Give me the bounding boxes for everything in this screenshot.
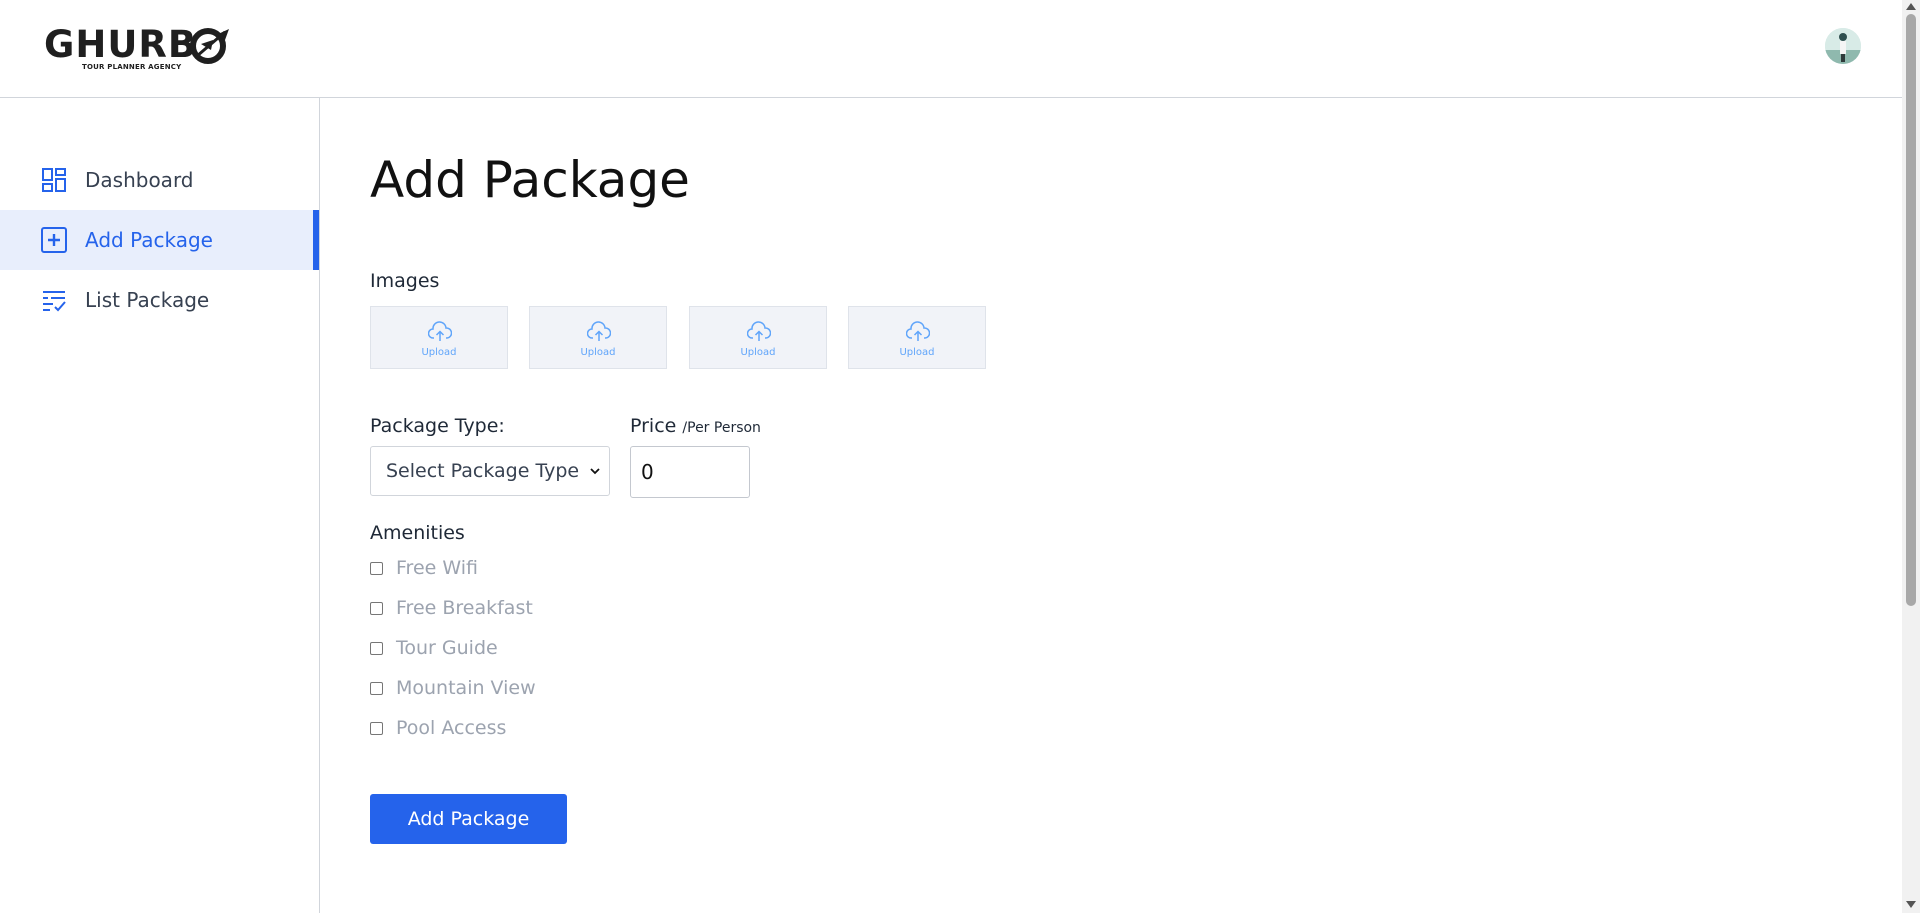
dashboard-icon [42, 168, 66, 192]
brand-logo[interactable]: GHURB TOUR PLANNER AGENCY [44, 24, 234, 74]
brand-tagline: TOUR PLANNER AGENCY [82, 63, 182, 71]
price-label-group: Price /Per Person [630, 415, 761, 437]
amenity-label: Tour Guide [396, 637, 498, 659]
package-type-select[interactable]: Select Package Type [370, 446, 610, 496]
amenity-checkbox[interactable] [370, 721, 383, 735]
sidebar-item-list-package[interactable]: List Package [0, 270, 319, 330]
sidebar-item-label: List Package [85, 288, 210, 312]
amenity-free-wifi: Free Wifi [370, 555, 478, 581]
image-upload-3[interactable]: Upload [689, 306, 827, 369]
page-scrollbar[interactable] [1902, 0, 1920, 913]
amenity-checkbox[interactable] [370, 561, 383, 575]
price-unit: /Per Person [682, 420, 761, 436]
cloud-upload-icon [587, 321, 611, 341]
amenity-mountain-view: Mountain View [370, 675, 536, 701]
amenities-label: Amenities [370, 522, 465, 544]
images-label: Images [370, 270, 440, 292]
user-avatar[interactable] [1825, 28, 1861, 64]
amenity-label: Free Wifi [396, 557, 478, 579]
amenity-label: Pool Access [396, 717, 507, 739]
upload-label: Upload [580, 347, 616, 358]
price-input[interactable]: 0 [630, 446, 750, 498]
amenity-tour-guide: Tour Guide [370, 635, 498, 661]
amenity-checkbox[interactable] [370, 641, 383, 655]
list-check-icon [43, 291, 66, 312]
globe-plane-icon [190, 28, 229, 64]
package-type-selected: Select Package Type [386, 460, 580, 482]
add-package-button[interactable]: Add Package [370, 794, 567, 844]
sidebar-item-label: Add Package [85, 228, 213, 252]
image-upload-2[interactable]: Upload [529, 306, 667, 369]
amenity-label: Free Breakfast [396, 597, 533, 619]
image-upload-1[interactable]: Upload [370, 306, 508, 369]
top-header: GHURB TOUR PLANNER AGENCY [0, 0, 1902, 98]
sidebar-item-label: Dashboard [85, 168, 194, 192]
upload-label: Upload [740, 347, 776, 358]
amenity-free-breakfast: Free Breakfast [370, 595, 533, 621]
amenity-checkbox[interactable] [370, 601, 383, 615]
sidebar-item-dashboard[interactable]: Dashboard [0, 150, 319, 210]
upload-label: Upload [421, 347, 457, 358]
sidebar: Dashboard Add Package List Package [0, 98, 320, 913]
amenity-checkbox[interactable] [370, 681, 383, 695]
cloud-upload-icon [906, 321, 930, 341]
scroll-up-arrow-icon[interactable] [1906, 3, 1916, 10]
amenity-pool-access: Pool Access [370, 715, 506, 741]
upload-label: Upload [899, 347, 935, 358]
package-type-label: Package Type: [370, 415, 505, 437]
amenity-label: Mountain View [396, 677, 536, 699]
price-label: Price [630, 415, 677, 437]
sidebar-item-add-package[interactable]: Add Package [0, 210, 319, 270]
scroll-thumb[interactable] [1906, 14, 1916, 606]
brand-name: GHURB [44, 23, 198, 66]
avatar-image [1825, 28, 1861, 64]
chevron-down-icon [590, 468, 600, 475]
cloud-upload-icon [428, 321, 452, 341]
image-upload-4[interactable]: Upload [848, 306, 986, 369]
scroll-down-arrow-icon[interactable] [1906, 901, 1916, 908]
add-square-icon [41, 227, 67, 253]
cloud-upload-icon [747, 321, 771, 341]
page-title: Add Package [370, 151, 690, 209]
